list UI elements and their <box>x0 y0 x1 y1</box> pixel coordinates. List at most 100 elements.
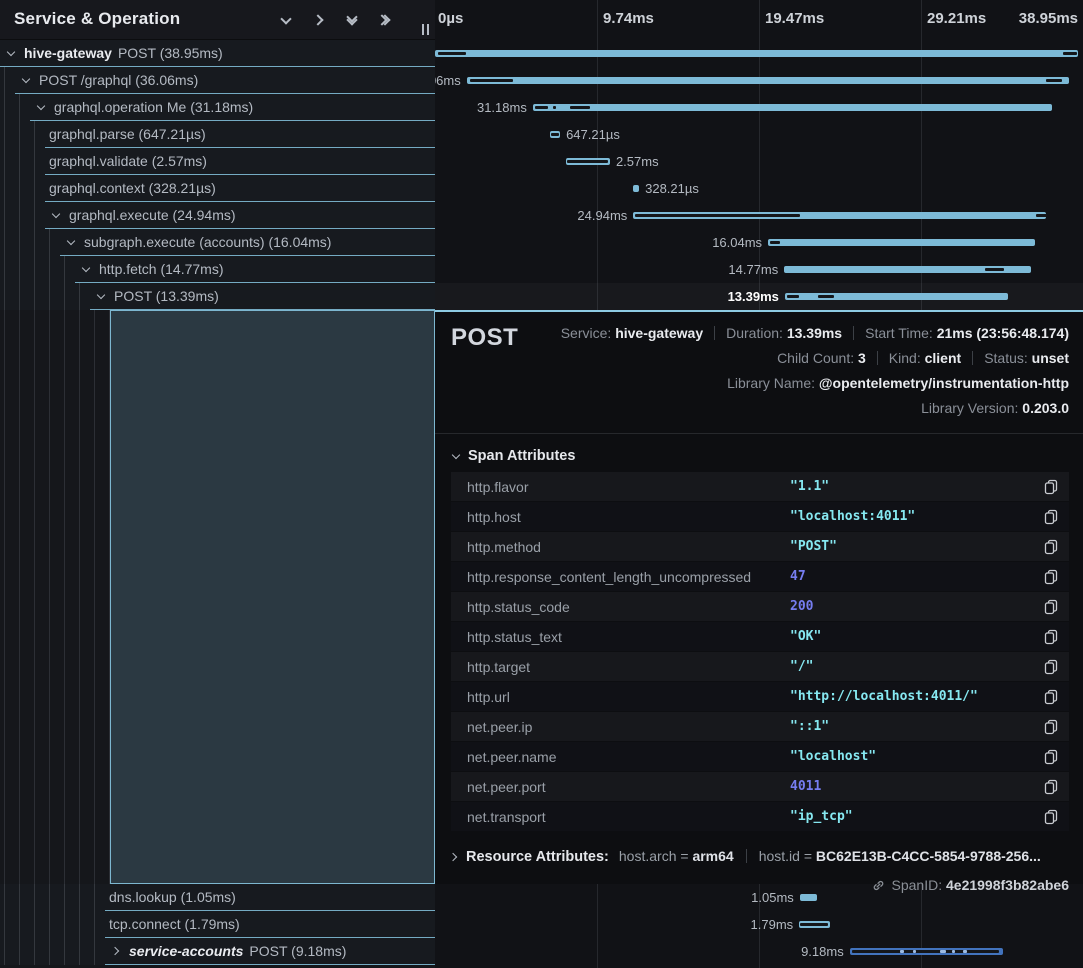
chevron-down-icon[interactable] <box>79 268 93 271</box>
span-bar[interactable] <box>633 185 639 192</box>
attribute-key: http.host <box>467 509 790 525</box>
expand-one-icon[interactable] <box>311 12 327 28</box>
span-attributes-toggle[interactable]: Span Attributes <box>453 448 1069 464</box>
span-tree-row[interactable]: POST (13.39ms) <box>0 283 435 310</box>
attribute-key: http.status_code <box>467 599 790 615</box>
duration-label: 36.06ms <box>435 67 461 94</box>
span-tree-row[interactable]: graphql.validate (2.57ms) <box>0 148 435 175</box>
operation-name: graphql.execute (24.94ms) <box>69 207 236 223</box>
duration-label: 2.57ms <box>616 148 659 175</box>
span-tree-row[interactable]: graphql.operation Me (31.18ms) <box>0 94 435 121</box>
indent-guides <box>0 202 45 229</box>
copy-icon[interactable] <box>1041 567 1061 587</box>
span-bar[interactable] <box>533 104 1052 111</box>
attribute-value: "http://localhost:4011/" <box>790 689 1041 704</box>
meta-value: @opentelemetry/instrumentation-http <box>819 375 1069 391</box>
copy-icon[interactable] <box>1041 807 1061 827</box>
attribute-key: http.response_content_length_uncompresse… <box>467 569 790 585</box>
attribute-value: "OK" <box>790 629 1041 644</box>
copy-icon[interactable] <box>1041 777 1061 797</box>
timeline-row: 14.77ms <box>435 256 1083 283</box>
span-tree-row[interactable]: subgraph.execute (accounts) (16.04ms) <box>0 229 435 256</box>
duration-label: 647.21µs <box>566 121 620 148</box>
meta-value: 3 <box>858 350 866 366</box>
span-meta-line: Library Name: @opentelemetry/instrumenta… <box>518 373 1069 393</box>
attribute-row: net.transport"ip_tcp" <box>451 802 1069 832</box>
attribute-row: net.peer.name"localhost" <box>451 742 1069 772</box>
link-icon <box>871 878 886 893</box>
attribute-value: 47 <box>790 569 1041 584</box>
attribute-key: http.status_text <box>467 629 790 645</box>
meta-label: Status: <box>984 350 1031 366</box>
copy-icon[interactable] <box>1041 717 1061 737</box>
resource-attribute: host.arch = arm64 <box>619 848 734 864</box>
divider <box>972 351 973 365</box>
meta-label: Start Time: <box>865 325 937 341</box>
column-resizer-handle[interactable] <box>422 24 429 35</box>
span-bar-segment <box>952 950 955 953</box>
attribute-key: net.transport <box>467 809 790 825</box>
chevron-down-icon[interactable] <box>19 79 33 82</box>
resource-attributes-toggle[interactable]: Resource Attributes: host.arch = arm64ho… <box>453 848 1069 865</box>
chevron-right-icon[interactable] <box>109 948 123 954</box>
duration-label: 24.94ms <box>577 202 627 229</box>
operation-name: graphql.operation Me (31.18ms) <box>54 99 253 115</box>
copy-icon[interactable] <box>1041 747 1061 767</box>
span-bar-segment <box>940 950 946 953</box>
span-tree-row[interactable]: http.fetch (14.77ms) <box>0 256 435 283</box>
timeline-row: 24.94ms <box>435 202 1083 229</box>
operation-name: POST (9.18ms) <box>249 943 346 959</box>
span-tree-row[interactable]: graphql.parse (647.21µs) <box>0 121 435 148</box>
collapse-one-icon[interactable] <box>278 12 294 28</box>
attribute-key: net.peer.ip <box>467 719 790 735</box>
expand-all-icon[interactable] <box>377 12 393 28</box>
chevron-down-icon[interactable] <box>94 295 108 298</box>
trace-viewer: Service & Operation hive-gatewayPOST (38… <box>0 0 1083 968</box>
duration-label: 9.18ms <box>801 938 844 965</box>
meta-label: Service: <box>561 325 615 341</box>
chevron-down-icon[interactable] <box>34 106 48 109</box>
attribute-value: "ip_tcp" <box>790 809 1041 824</box>
operation-name: graphql.validate (2.57ms) <box>49 153 207 169</box>
span-bar[interactable] <box>800 894 817 901</box>
copy-icon[interactable] <box>1041 657 1061 677</box>
span-bar-segment <box>1063 52 1077 55</box>
span-tree-row[interactable]: POST /graphql (36.06ms) <box>0 67 435 94</box>
span-id-label: SpanID: <box>892 877 943 893</box>
span-bar-segment <box>570 106 590 109</box>
span-tree-row[interactable]: graphql.execute (24.94ms) <box>0 202 435 229</box>
span-tree-row[interactable]: graphql.context (328.21µs) <box>0 175 435 202</box>
collapse-all-icon[interactable] <box>344 12 360 28</box>
copy-icon[interactable] <box>1041 507 1061 527</box>
meta-label: Library Version: <box>921 400 1022 416</box>
copy-icon[interactable] <box>1041 687 1061 707</box>
attribute-value: "/" <box>790 659 1041 674</box>
copy-icon[interactable] <box>1041 627 1061 647</box>
span-bar-segment <box>900 950 904 953</box>
section-divider <box>435 433 1083 434</box>
attribute-row: http.status_code200 <box>451 592 1069 622</box>
span-id-line: SpanID: 4e21998f3b82abe6 <box>451 877 1069 893</box>
span-tree-row[interactable]: hive-gatewayPOST (38.95ms) <box>0 40 435 67</box>
chevron-down-icon[interactable] <box>49 214 63 217</box>
copy-icon[interactable] <box>1041 597 1061 617</box>
chevron-down-icon[interactable] <box>4 52 18 55</box>
copy-icon[interactable] <box>1041 537 1061 557</box>
attribute-row: http.host"localhost:4011" <box>451 502 1069 532</box>
indent-guides <box>0 911 105 938</box>
attribute-value: "POST" <box>790 539 1041 554</box>
indent-guides <box>0 175 45 202</box>
span-tree-row[interactable]: tcp.connect (1.79ms) <box>0 911 435 938</box>
divider <box>746 849 747 863</box>
span-bar[interactable] <box>467 77 1069 84</box>
span-bar[interactable] <box>768 239 1035 246</box>
attribute-value: 200 <box>790 599 1041 614</box>
span-tree-row[interactable]: service-accountsPOST (9.18ms) <box>0 938 435 965</box>
span-tree-row[interactable]: dns.lookup (1.05ms) <box>0 884 435 911</box>
chevron-down-icon[interactable] <box>64 241 78 244</box>
meta-value: 0.203.0 <box>1022 400 1069 416</box>
span-bar[interactable] <box>435 50 1078 57</box>
chevron-right-icon <box>449 852 457 860</box>
copy-icon[interactable] <box>1041 477 1061 497</box>
indent-guides <box>0 938 105 965</box>
